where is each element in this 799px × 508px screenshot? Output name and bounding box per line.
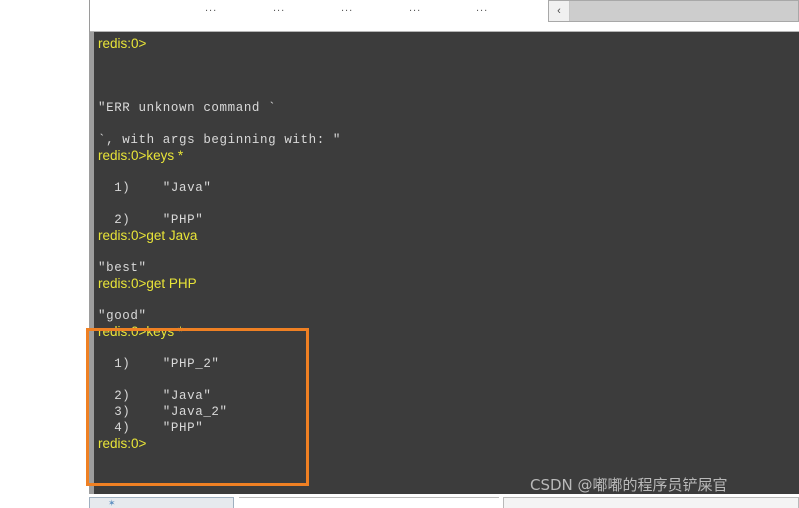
console-output-line[interactable]: "good" — [94, 308, 799, 324]
column-header-row: ... ... ... ... ... — [90, 0, 545, 20]
console-output-line[interactable]: 4) "PHP" — [94, 420, 799, 436]
column-marker-2[interactable]: ... — [273, 2, 285, 14]
console-prompt-line[interactable]: redis:0> — [94, 36, 799, 52]
bottom-panel-right — [503, 497, 799, 508]
column-marker-4[interactable]: ... — [409, 2, 421, 14]
console-output-line[interactable]: 1) "PHP_2" — [94, 356, 799, 372]
console-output-line[interactable]: 2) "Java" — [94, 388, 799, 404]
console-output-line[interactable]: 2) "PHP" — [94, 212, 799, 228]
scrollbar-thumb[interactable] — [570, 1, 798, 21]
csdn-watermark: CSDN @嘟嘟的程序员铲屎官 — [530, 476, 728, 494]
bottom-panel-middle — [239, 497, 499, 508]
console-prompt-line[interactable]: redis:0> — [94, 436, 799, 452]
console-prompt-line[interactable]: redis:0>get PHP — [94, 276, 799, 292]
column-marker-1[interactable]: ... — [205, 2, 217, 14]
column-marker-3[interactable]: ... — [341, 2, 353, 14]
horizontal-scrollbar[interactable]: ‹ — [548, 0, 799, 22]
chevron-left-icon[interactable]: ‹ — [549, 1, 570, 21]
console-output-line[interactable]: "ERR unknown command ` — [94, 100, 799, 116]
column-marker-5[interactable]: ... — [476, 2, 488, 14]
console-prompt-line[interactable]: redis:0>get Java — [94, 228, 799, 244]
console-prompt-line[interactable]: redis:0>keys * — [94, 324, 799, 340]
console-prompt-line[interactable]: redis:0>keys * — [94, 148, 799, 164]
console-output-panel[interactable]: redis:0> "ERR unknown command ` `, with ar… — [89, 32, 799, 494]
console-output-line[interactable]: `, with args beginning with: " — [94, 132, 799, 148]
star-icon: ✶ — [108, 498, 116, 508]
console-text-area[interactable]: redis:0> "ERR unknown command ` `, with ar… — [94, 32, 799, 494]
console-output-line[interactable]: 1) "Java" — [94, 180, 799, 196]
left-white-panel — [0, 0, 89, 494]
console-output-line[interactable]: "best" — [94, 260, 799, 276]
console-output-line[interactable]: 3) "Java_2" — [94, 404, 799, 420]
